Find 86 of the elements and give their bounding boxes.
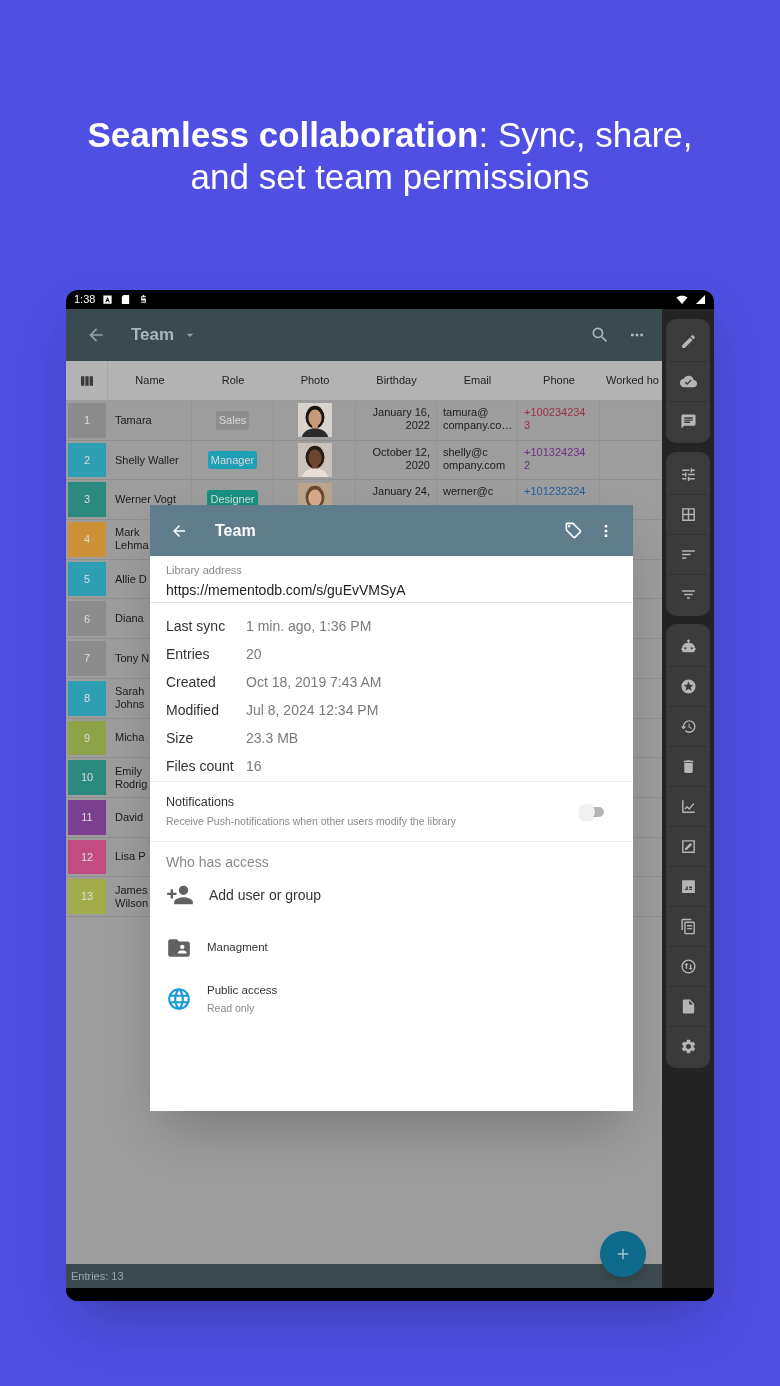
- table-cell-text: October 12, 2020: [372, 445, 430, 473]
- column-header[interactable]: Email: [463, 372, 492, 389]
- row-number: 6: [68, 601, 106, 637]
- table-cell-text: shelly@c ompany.com: [443, 445, 506, 473]
- section-heading: Who has access: [166, 853, 270, 872]
- info-label: Modified: [166, 700, 220, 720]
- globe-icon: [166, 986, 192, 1012]
- table-cell: David: [115, 810, 144, 824]
- row-number: 12: [68, 839, 106, 875]
- column-header[interactable]: Birthday: [376, 372, 417, 389]
- add-button[interactable]: [600, 1231, 646, 1277]
- table-cell: Tamara: [115, 413, 152, 427]
- documents-icon[interactable]: [679, 918, 697, 935]
- table-cell-text: January 16, 2022: [372, 406, 430, 433]
- info-label: Last sync: [166, 616, 227, 636]
- info-value: 20: [246, 644, 262, 664]
- column-header[interactable]: Phone: [543, 372, 575, 389]
- sliders-icon[interactable]: [679, 465, 697, 483]
- access-title[interactable]: Public access: [207, 981, 278, 999]
- row-number: 8: [68, 680, 106, 716]
- info-label: Created: [166, 672, 217, 692]
- table-cell: Micha: [115, 731, 145, 745]
- table-icon[interactable]: [679, 506, 697, 523]
- table-cell-text: January 24,: [372, 485, 430, 500]
- setting-description: Receive Push-notifications when other users modify the library: [166, 814, 458, 829]
- table-cell: James Wilson: [115, 883, 148, 910]
- table-cell: Shelly Waller: [115, 453, 179, 467]
- status-time: 1:38: [74, 292, 96, 308]
- row-number: 1: [68, 403, 106, 438]
- history-icon[interactable]: [679, 718, 697, 735]
- info-label: Files count: [166, 756, 235, 776]
- headline: Seamless collaboration: Sync, share, and set team permissions: [86, 114, 694, 198]
- notification-icon: [102, 294, 114, 305]
- row-number: 7: [68, 641, 106, 676]
- setting-title: Notifications: [166, 794, 236, 812]
- access-subtitle: Read only: [207, 1000, 256, 1016]
- script-file-icon[interactable]: [679, 878, 697, 895]
- row-number: 2: [68, 442, 106, 478]
- info-value: 1 min. ago, 1:36 PM: [246, 616, 372, 636]
- line-chart-icon[interactable]: [679, 798, 697, 815]
- table-cell: Sarah Johns: [115, 685, 145, 712]
- sd-card-icon: [120, 294, 132, 305]
- robot-icon[interactable]: [679, 637, 697, 655]
- info-value: 23.3 MB: [246, 728, 299, 748]
- column-header[interactable]: Photo: [300, 372, 330, 389]
- signal-icon: [695, 294, 706, 305]
- entries-count: Entries: 13: [71, 1268, 124, 1284]
- library-address[interactable]: https://mementodb.com/s/guEvVMSyA: [166, 579, 617, 601]
- access-title[interactable]: Add user or group: [209, 884, 322, 906]
- table-cell: Lisa P: [115, 850, 146, 864]
- row-number: 10: [68, 760, 106, 795]
- row-number: 3: [68, 482, 106, 518]
- settings-icon[interactable]: [679, 1038, 697, 1055]
- table-cell: Tony N: [115, 651, 150, 665]
- table-cell: Allie D: [115, 572, 147, 586]
- row-number: 11: [68, 799, 106, 835]
- access-title[interactable]: Managment: [207, 939, 268, 957]
- column-header[interactable]: Name: [135, 372, 165, 389]
- field-label: Library address: [166, 563, 243, 578]
- comment-icon[interactable]: [679, 413, 697, 430]
- table-cell-text: tamura@ company.co…: [443, 406, 513, 433]
- tag-icon[interactable]: [564, 521, 583, 540]
- dialog-title: Team: [215, 520, 256, 541]
- info-value: 16: [246, 756, 262, 776]
- edit-icon[interactable]: [679, 332, 697, 350]
- column-header[interactable]: Role: [221, 372, 245, 389]
- wifi-icon: [676, 293, 688, 306]
- search-icon[interactable]: [590, 325, 610, 345]
- info-value: Jul 8, 2024 12:34 PM: [246, 700, 379, 720]
- role-tag: Sales: [215, 411, 250, 430]
- row-number: 13: [68, 879, 106, 914]
- table-cell: Emily Rodrig: [115, 764, 148, 791]
- info-value: Oct 18, 2019 7:43 AM: [246, 672, 382, 692]
- info-label: Size: [166, 728, 195, 748]
- role-tag: Manager: [207, 450, 258, 470]
- table-cell-text: werner@c: [443, 485, 494, 500]
- toolbar-title: Team: [131, 324, 175, 347]
- cloud-check-icon[interactable]: [679, 373, 697, 390]
- table-cell: Diana: [115, 612, 144, 626]
- info-label: Entries: [166, 644, 211, 664]
- table-cell: Werner Vogt: [115, 493, 176, 507]
- row-number: 9: [68, 720, 106, 756]
- column-header[interactable]: Worked ho: [606, 372, 659, 389]
- row-number: 4: [68, 522, 106, 557]
- row-number: 5: [68, 561, 106, 597]
- table-cell: Mark Lehma: [115, 526, 149, 553]
